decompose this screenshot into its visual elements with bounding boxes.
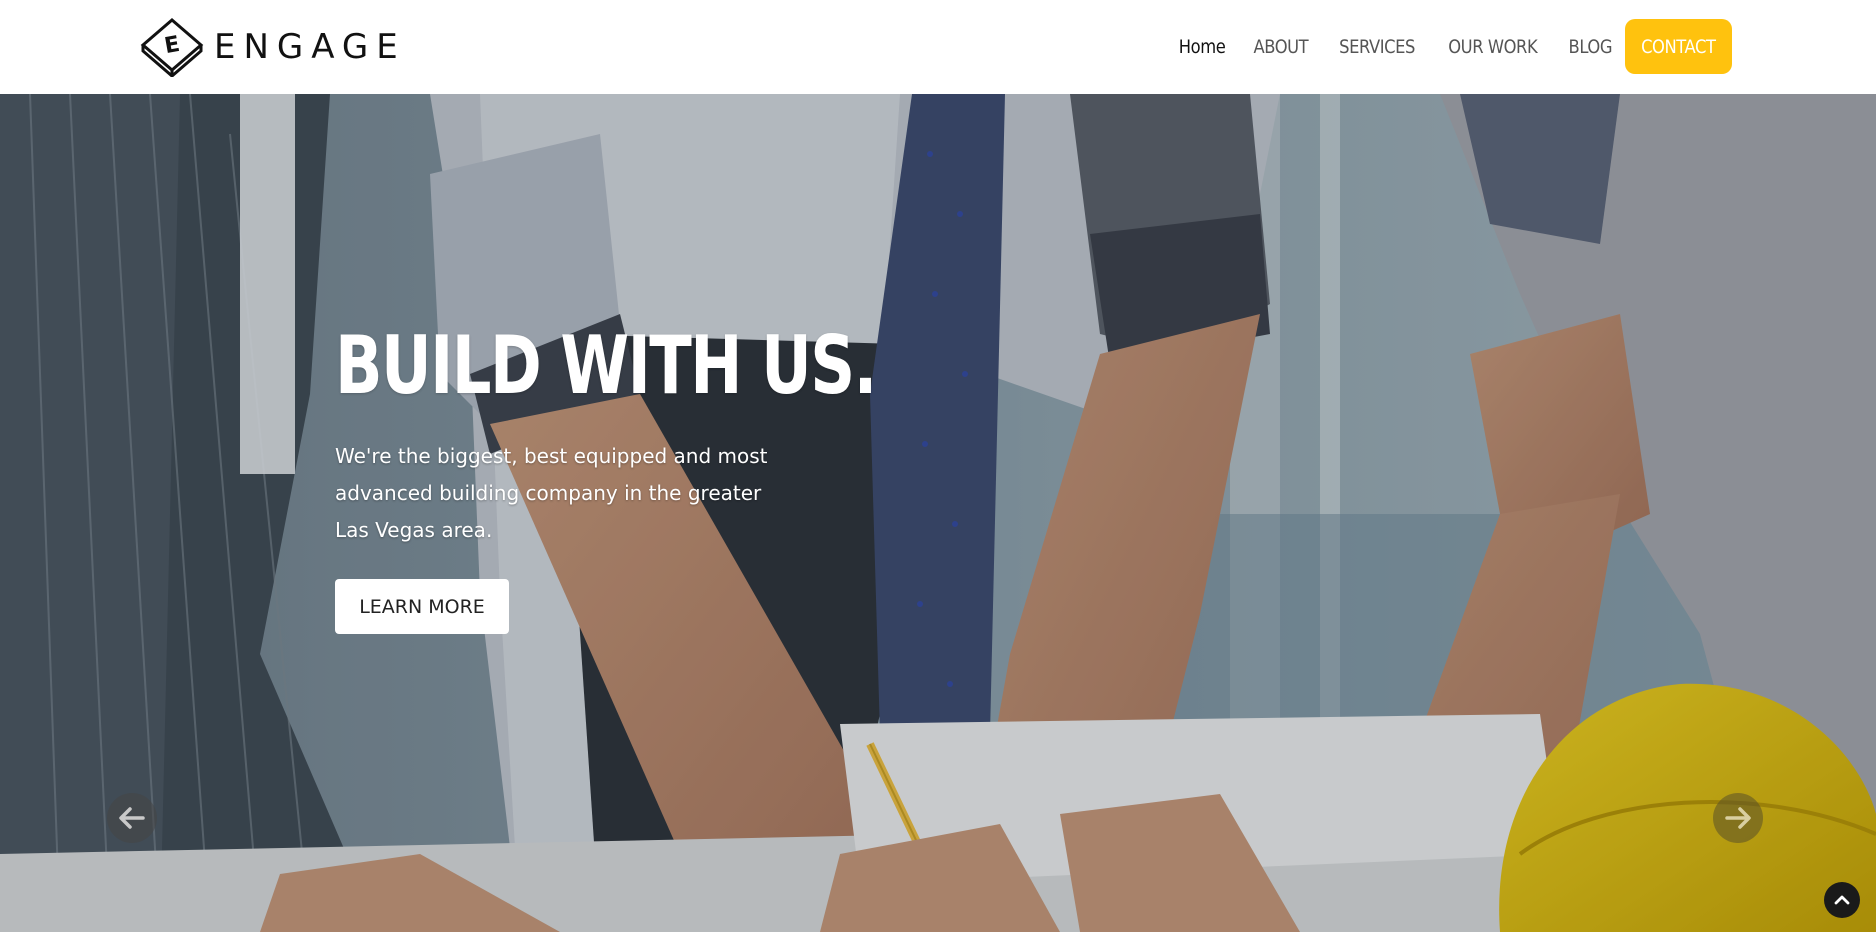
scroll-to-top-button[interactable] (1824, 882, 1860, 918)
site-header: E ENGAGE Home ABOUT SERVICES OUR WORK BL… (0, 0, 1876, 94)
hero-slider: BUILD WITH US. We're the biggest, best e… (0, 94, 1876, 932)
chevron-up-icon (1834, 895, 1850, 905)
brand-name: ENGAGE (214, 27, 406, 67)
nav-item-blog[interactable]: BLOG (1568, 36, 1612, 58)
nav-contact-button[interactable]: CONTACT (1625, 19, 1732, 74)
nav-item-home[interactable]: Home (1179, 36, 1226, 58)
hero-overlay (0, 94, 1876, 932)
nav-item-our-work[interactable]: OUR WORK (1448, 36, 1537, 58)
nav-contact-label: CONTACT (1641, 35, 1716, 58)
slider-prev-button[interactable] (107, 793, 157, 843)
logo-cube-icon: E (140, 18, 204, 77)
main-nav: Home ABOUT SERVICES OUR WORK BLOG CONTAC… (1155, 19, 1732, 74)
learn-more-button[interactable]: LEARN MORE (335, 579, 509, 634)
nav-item-services[interactable]: SERVICES (1339, 36, 1415, 58)
slider-next-button[interactable] (1713, 793, 1763, 843)
arrow-right-icon (1725, 807, 1751, 829)
hero-text: We're the biggest, best equipped and mos… (335, 444, 768, 542)
hero-title: BUILD WITH US. (335, 319, 877, 412)
arrow-left-icon (119, 807, 145, 829)
brand-logo[interactable]: E ENGAGE (140, 17, 406, 77)
hero-content: BUILD WITH US. We're the biggest, best e… (335, 319, 877, 634)
nav-item-about[interactable]: ABOUT (1254, 36, 1309, 58)
